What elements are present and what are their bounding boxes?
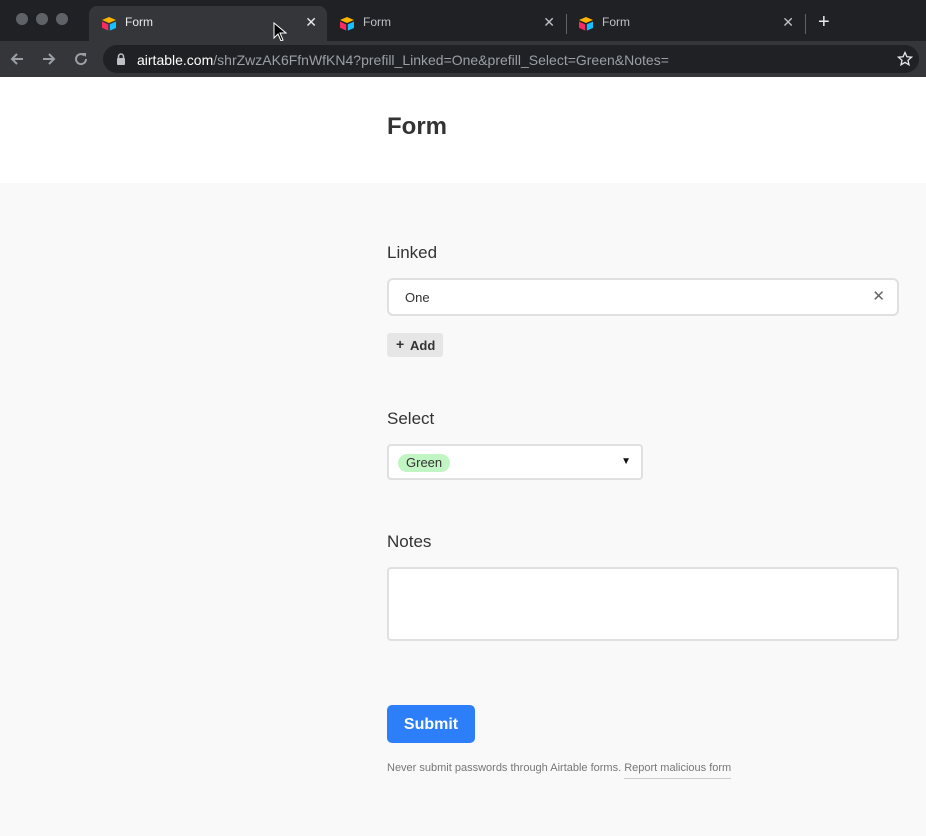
select-dropdown[interactable]: Green ▼ — [387, 444, 643, 480]
star-icon[interactable] — [897, 51, 913, 67]
back-arrow-icon[interactable] — [8, 50, 26, 68]
chevron-down-icon: ▼ — [621, 456, 631, 467]
password-warning: Never submit passwords through Airtable … — [387, 762, 622, 774]
browser-tab-2[interactable]: Form ✕ — [327, 6, 565, 41]
forward-arrow-icon[interactable] — [40, 50, 58, 68]
page-title: Form — [387, 113, 447, 140]
window-minimize-icon[interactable] — [36, 13, 48, 25]
browser-tab-1[interactable]: Form ✕ — [89, 6, 327, 41]
window-close-icon[interactable] — [16, 13, 28, 25]
close-icon[interactable]: ✕ — [305, 13, 317, 31]
window-zoom-icon[interactable] — [56, 13, 68, 25]
footer-note: Never submit passwords through Airtable … — [387, 762, 732, 779]
notes-label: Notes — [387, 532, 432, 551]
airtable-logo-icon — [102, 17, 116, 31]
url-host: airtable.com — [137, 52, 214, 68]
form-header: Form — [0, 77, 926, 183]
tab-title: Form — [125, 15, 153, 29]
new-tab-button[interactable]: + — [818, 11, 830, 33]
url-text: airtable.com/shrZwzAK6FfnWfKN4?prefill_L… — [137, 52, 669, 68]
airtable-logo-icon — [340, 17, 354, 31]
url-path: /shrZwzAK6FfnWfKN4?prefill_Linked=One&pr… — [213, 52, 669, 68]
tab-title: Form — [363, 15, 391, 29]
tab-title: Form — [602, 15, 630, 29]
submit-button[interactable]: Submit — [387, 705, 475, 743]
browser-tab-bar: Form ✕ Form ✕ Form ✕ + — [0, 0, 926, 42]
notes-textarea[interactable] — [387, 567, 899, 641]
select-label: Select — [387, 409, 435, 428]
close-icon[interactable]: ✕ — [782, 13, 794, 31]
linked-label: Linked — [387, 243, 438, 262]
browser-tab-3[interactable]: Form ✕ — [566, 6, 804, 41]
close-icon[interactable]: ✕ — [543, 13, 555, 31]
add-linked-record-button[interactable]: + Add — [387, 333, 443, 357]
submit-label: Submit — [403, 716, 459, 733]
plus-icon: + — [396, 336, 405, 352]
linked-record-field[interactable]: One ✕ — [387, 278, 899, 316]
browser-toolbar: airtable.com/shrZwzAK6FfnWfKN4?prefill_L… — [0, 41, 926, 77]
reload-icon[interactable] — [72, 50, 90, 68]
select-value-pill: Green — [398, 454, 451, 472]
linked-record-value: One — [405, 290, 430, 305]
airtable-logo-icon — [579, 17, 593, 31]
remove-linked-record-icon[interactable]: ✕ — [872, 288, 885, 306]
tab-separator — [805, 14, 806, 34]
address-bar[interactable]: airtable.com/shrZwzAK6FfnWfKN4?prefill_L… — [103, 45, 919, 73]
lock-icon — [117, 53, 125, 65]
add-button-label: Add — [410, 338, 436, 353]
report-malicious-form-link[interactable]: Report malicious form — [624, 762, 732, 779]
mouse-cursor-icon — [273, 22, 287, 42]
